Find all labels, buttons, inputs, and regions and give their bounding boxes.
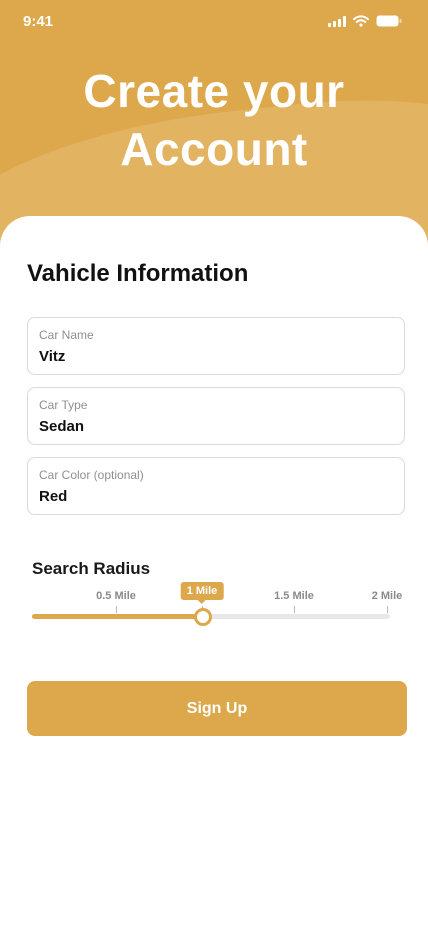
sign-up-button[interactable]: Sign Up (27, 681, 407, 736)
form-card: Vahicle Information Car Name Vitz Car Ty… (0, 216, 428, 926)
slider-thumb[interactable] (194, 608, 212, 626)
car-type-label: Car Type (39, 398, 88, 412)
tick-mark (387, 606, 388, 613)
tick-mark (294, 606, 295, 613)
wifi-icon (353, 15, 369, 27)
slider-track-fill (32, 614, 202, 619)
search-radius-slider[interactable]: 0.5 Mile 1.5 Mile 2 Mile 1 Mile (32, 582, 402, 628)
car-name-value[interactable]: Vitz (39, 348, 65, 365)
page-title-line-2: Account (120, 123, 308, 175)
car-name-field[interactable]: Car Name Vitz (27, 317, 405, 375)
search-radius-title: Search Radius (32, 559, 151, 578)
page-title-line-1: Create your (83, 65, 345, 117)
status-icons (328, 15, 402, 27)
tick-label-1-5-mile: 1.5 Mile (274, 590, 314, 602)
status-bar: 9:41 (0, 0, 428, 44)
car-color-field[interactable]: Car Color (optional) Red (27, 457, 405, 515)
cellular-signal-icon (328, 15, 346, 27)
car-type-field[interactable]: Car Type Sedan (27, 387, 405, 445)
car-color-value[interactable]: Red (39, 488, 67, 505)
tick-mark (116, 606, 117, 613)
tick-label-0-5-mile: 0.5 Mile (96, 590, 136, 602)
slider-value-badge: 1 Mile (180, 582, 224, 604)
car-name-label: Car Name (39, 328, 94, 342)
section-title: Vahicle Information (27, 260, 249, 287)
car-color-label: Car Color (optional) (39, 468, 144, 482)
tick-label-2-mile: 2 Mile (371, 590, 403, 602)
page-title: Create your Account (0, 62, 428, 178)
car-type-value[interactable]: Sedan (39, 418, 84, 435)
battery-icon (376, 15, 402, 27)
status-time: 9:41 (23, 13, 54, 30)
